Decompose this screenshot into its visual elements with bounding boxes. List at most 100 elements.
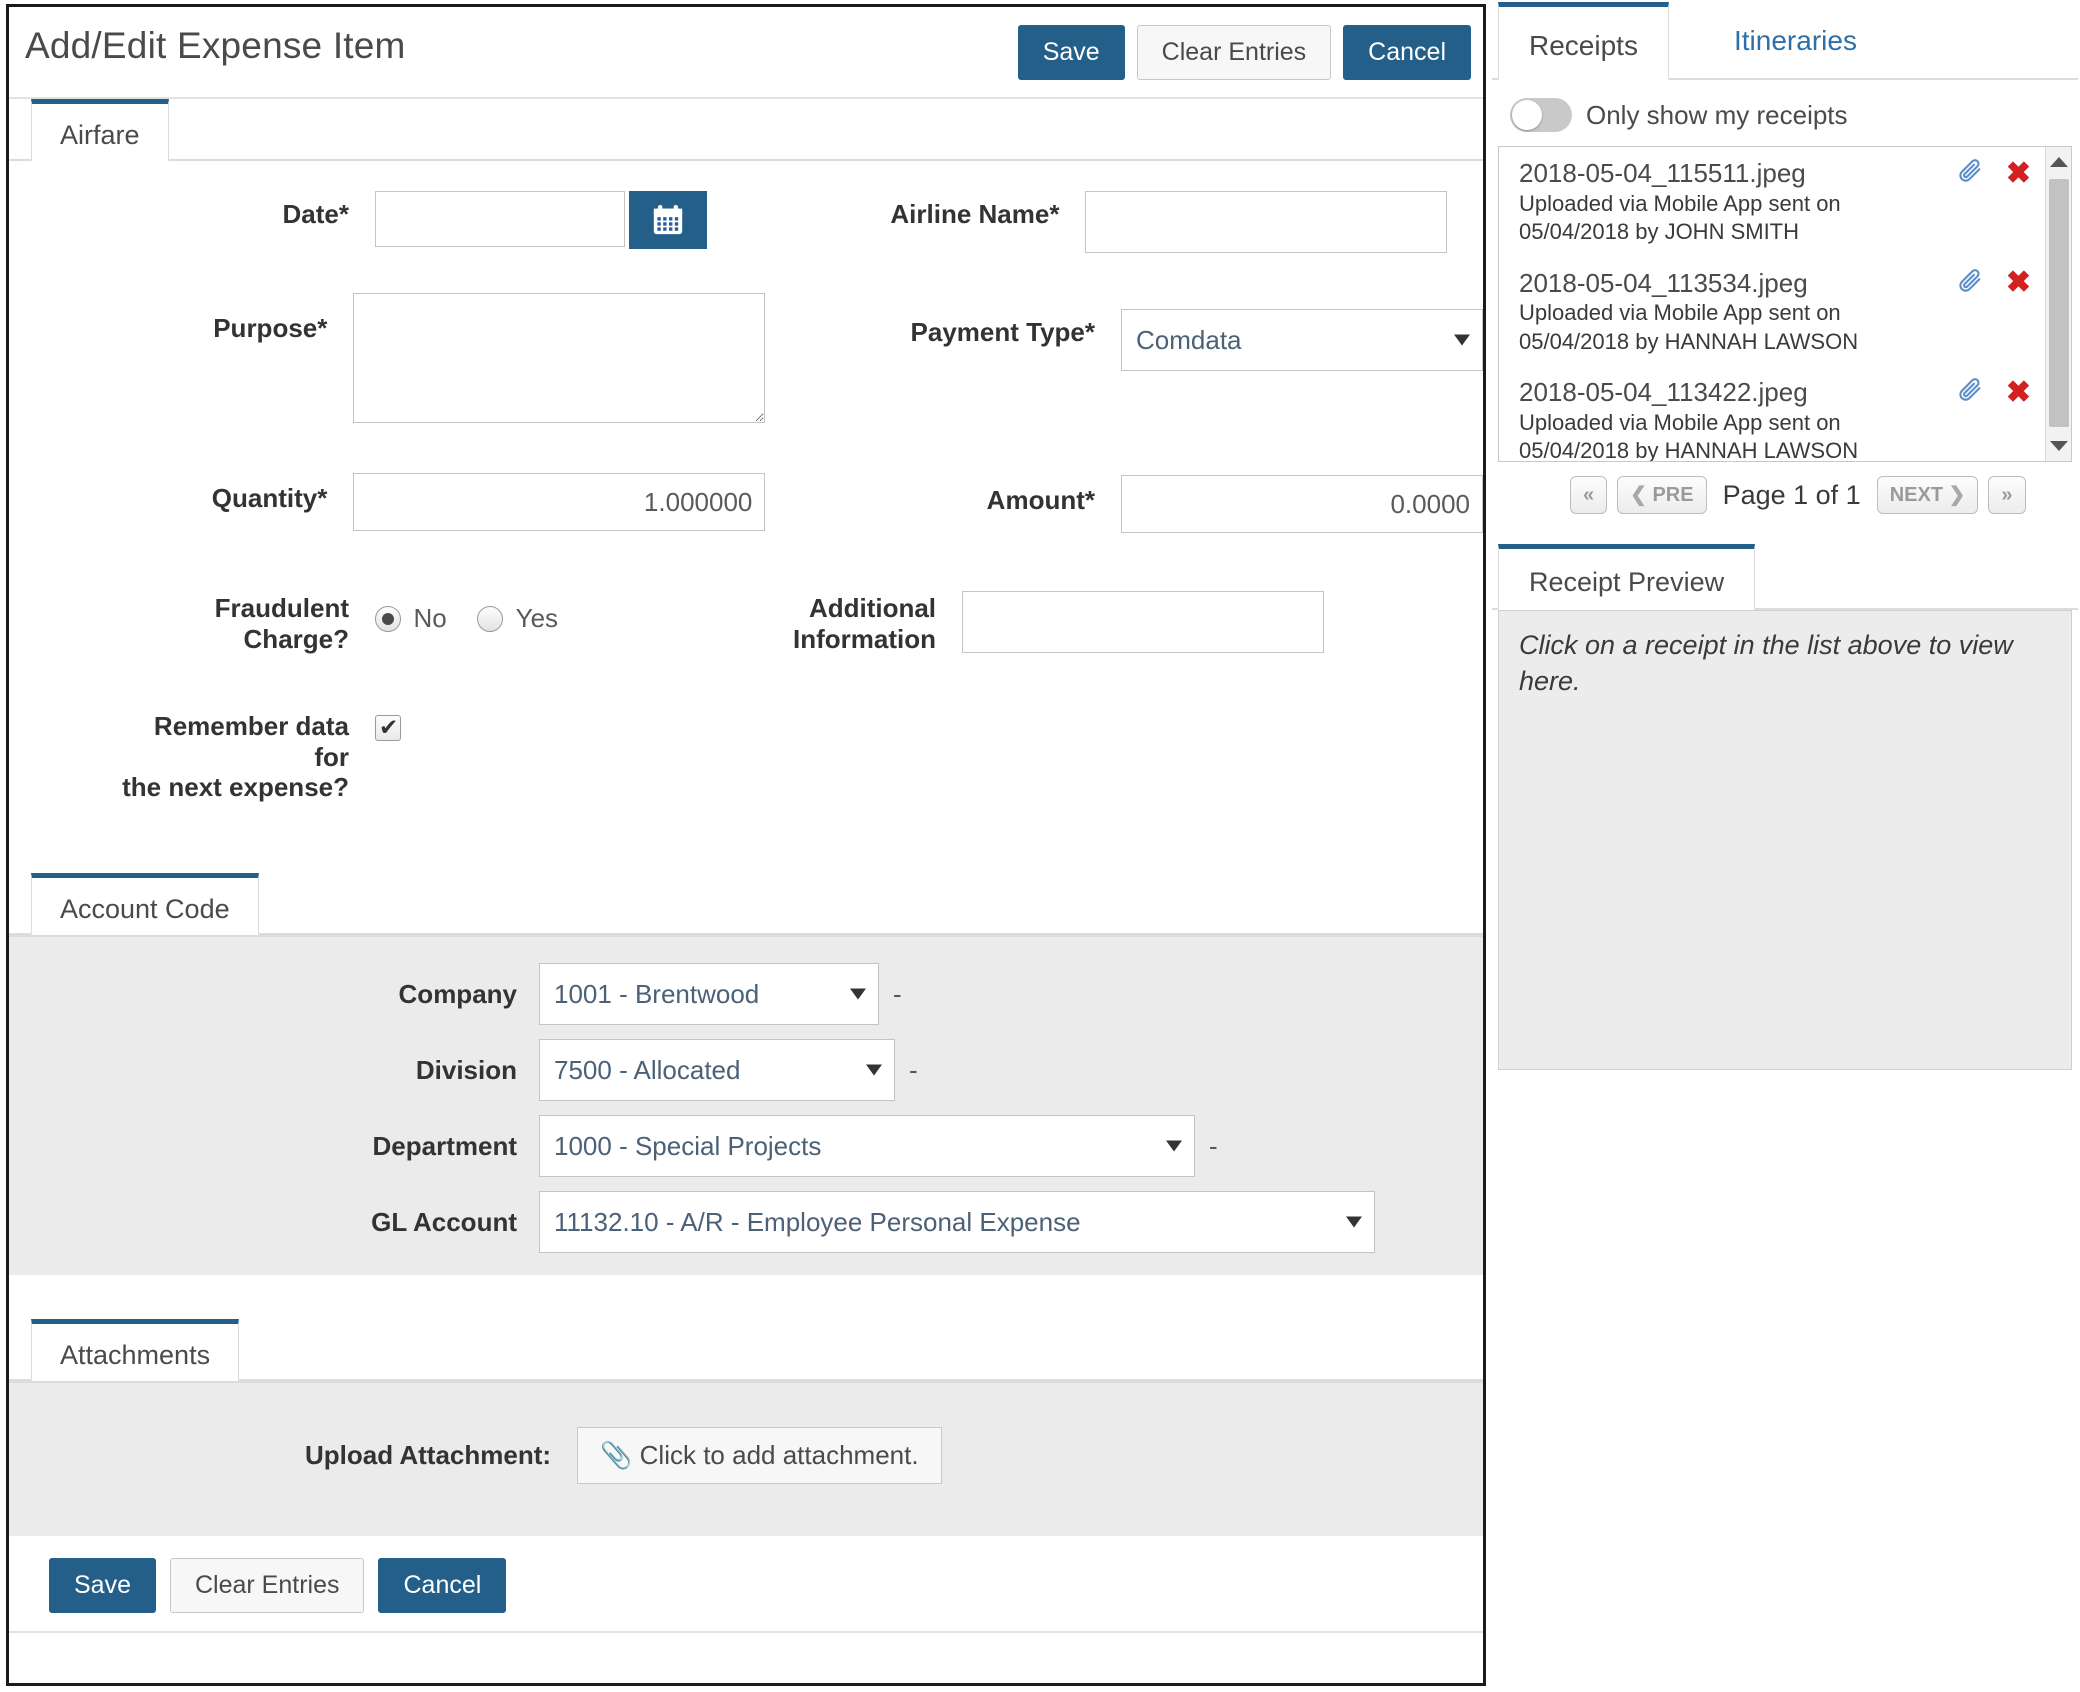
paperclip-icon: 📎 (600, 1440, 633, 1470)
first-page-button[interactable]: « (1570, 476, 1608, 514)
receipt-filename[interactable]: 2018-05-04_113534.jpeg (1519, 267, 1979, 300)
only-my-receipts-toggle[interactable] (1510, 98, 1572, 132)
date-input[interactable] (375, 191, 625, 247)
chevron-right-icon: ❯ (1948, 484, 1966, 506)
form-row-quantity-amount: Quantity* Amount* (9, 465, 1483, 583)
paperclip-icon[interactable] (1956, 376, 1984, 409)
chevron-left-icon: ❮ (1630, 484, 1647, 506)
footer-action-buttons: Save Clear Entries Cancel (9, 1536, 1483, 1633)
chevron-down-icon (1346, 1216, 1362, 1228)
toggle-knob (1512, 100, 1542, 130)
tab-itineraries[interactable]: Itineraries (1704, 2, 1887, 80)
previous-page-button[interactable]: ❮ PRE (1617, 476, 1707, 514)
quantity-input[interactable] (353, 473, 766, 531)
tab-attachments[interactable]: Attachments (31, 1319, 240, 1381)
receipt-filename[interactable]: 2018-05-04_115511.jpeg (1519, 157, 1979, 190)
scroll-down-icon[interactable] (2046, 433, 2071, 459)
additional-information-input[interactable] (962, 591, 1325, 653)
fraudulent-radio-no[interactable] (375, 605, 401, 632)
receipt-meta-line2: 05/04/2018 by JOHN SMITH (1519, 219, 1800, 245)
chevron-down-icon (1454, 334, 1470, 346)
account-code-tabstrip: Account Code (9, 873, 1483, 935)
additional-info-label-line2: Information (793, 623, 937, 654)
delete-receipt-icon[interactable]: ✖ (2006, 377, 2031, 408)
receipt-list-item[interactable]: 2018-05-04_113534.jpeg Uploaded via Mobi… (1499, 257, 2071, 367)
receipt-filename[interactable]: 2018-05-04_113422.jpeg (1519, 376, 1979, 409)
chevron-down-icon (1166, 1140, 1182, 1152)
division-label: Division (415, 1054, 517, 1085)
save-button-top[interactable]: Save (1017, 25, 1125, 80)
payment-type-select[interactable]: Comdata (1121, 309, 1483, 371)
purpose-textarea[interactable] (353, 293, 766, 423)
receipt-list-item[interactable]: 2018-05-04_115511.jpeg Uploaded via Mobi… (1499, 147, 2071, 257)
account-separator: - (1209, 1130, 1218, 1161)
receipt-list: 2018-05-04_115511.jpeg Uploaded via Mobi… (1498, 146, 2072, 462)
last-page-button[interactable]: » (1988, 476, 2026, 514)
receipt-preview-body: Click on a receipt in the list above to … (1498, 610, 2072, 1070)
scroll-up-icon[interactable] (2046, 149, 2071, 175)
receipts-tabstrip: Receipts Itineraries (1492, 2, 2078, 80)
purpose-label: Purpose* (213, 313, 328, 343)
tab-receipt-preview[interactable]: Receipt Preview (1498, 544, 1756, 610)
form-row-fraudulent-additional: Fraudulent Charge? No Yes Additional Inf… (9, 583, 1483, 707)
gl-account-label: GL Account (371, 1206, 517, 1237)
form-row-date-airline: Date* Airline Name* (9, 183, 1483, 287)
remember-data-checkbox[interactable] (375, 712, 401, 742)
page-title: Add/Edit Expense Item (25, 25, 406, 66)
add-attachment-button[interactable]: 📎 Click to add attachment. (577, 1427, 942, 1484)
additional-info-label-line1: Additional (808, 593, 937, 623)
paperclip-icon[interactable] (1956, 157, 1984, 190)
attachments-tabstrip: Attachments (9, 1319, 1483, 1381)
delete-receipt-icon[interactable]: ✖ (2006, 158, 2031, 189)
division-select[interactable]: 7500 - Allocated (539, 1039, 895, 1101)
department-label: Department (372, 1130, 517, 1161)
upload-attachment-row: Upload Attachment: 📎 Click to add attach… (9, 1427, 1483, 1484)
receipt-preview-section: Receipt Preview Click on a receipt in th… (1492, 544, 2078, 1070)
gl-account-value: 11132.10 - A/R - Employee Personal Expen… (554, 1207, 1081, 1237)
amount-input[interactable] (1121, 475, 1483, 533)
tab-airfare[interactable]: Airfare (31, 99, 169, 161)
clear-entries-button-top[interactable]: Clear Entries (1136, 25, 1332, 80)
company-select[interactable]: 1001 - Brentwood (539, 963, 879, 1025)
receipts-panel: Receipts Itineraries Only show my receip… (1492, 2, 2078, 1404)
form-header: Add/Edit Expense Item Save Clear Entries… (9, 7, 1483, 99)
fraudulent-radio-yes[interactable] (477, 605, 504, 632)
remember-label-line1: Remember data (153, 711, 349, 741)
cancel-button-bottom[interactable]: Cancel (378, 1558, 507, 1613)
receipt-list-scrollbar[interactable] (2045, 147, 2071, 461)
next-page-label: NEXT (1889, 484, 1944, 506)
page-indicator: Page 1 of 1 (1722, 479, 1861, 510)
attachments-body: Upload Attachment: 📎 Click to add attach… (9, 1381, 1483, 1536)
airline-name-input[interactable] (1085, 191, 1448, 253)
additional-information-label: Additional Information (793, 593, 936, 654)
form-body: Date* Airline Name* Purpose* Payment Typ… (9, 161, 1483, 863)
gl-account-select[interactable]: 11132.10 - A/R - Employee Personal Expen… (539, 1191, 1375, 1253)
delete-receipt-icon[interactable]: ✖ (2006, 268, 2031, 298)
date-label: Date* (282, 199, 349, 229)
receipt-actions: ✖ (1956, 267, 2031, 300)
department-select[interactable]: 1000 - Special Projects (539, 1115, 1195, 1177)
attachments-section: Attachments Upload Attachment: 📎 Click t… (9, 1319, 1483, 1536)
clear-entries-button-bottom[interactable]: Clear Entries (169, 1558, 365, 1613)
receipt-list-item[interactable]: 2018-05-04_113422.jpeg Uploaded via Mobi… (1499, 366, 2071, 461)
scrollbar-thumb[interactable] (2049, 179, 2069, 427)
tab-receipts[interactable]: Receipts (1498, 2, 1669, 80)
paperclip-icon[interactable] (1956, 267, 1984, 300)
payment-type-value: Comdata (1136, 325, 1242, 355)
calendar-icon[interactable] (629, 191, 708, 249)
next-page-button[interactable]: NEXT ❯ (1876, 476, 1979, 514)
airline-name-label: Airline Name* (890, 199, 1060, 229)
division-value: 7500 - Allocated (554, 1055, 741, 1085)
tab-account-code[interactable]: Account Code (31, 873, 259, 935)
account-code-section: Account Code Company 1001 - Brentwood - … (9, 873, 1483, 1275)
remember-label-line3: the next expense? (122, 772, 349, 803)
save-button-bottom[interactable]: Save (49, 1558, 156, 1613)
account-code-row-department: Department 1000 - Special Projects - (9, 1115, 1483, 1177)
fraudulent-label-line2: Charge? (243, 623, 349, 654)
previous-page-label: PRE (1652, 484, 1694, 506)
payment-type-label: Payment Type* (910, 317, 1095, 347)
receipt-actions: ✖ (1956, 376, 2031, 409)
cancel-button-top[interactable]: Cancel (1343, 25, 1471, 80)
remember-data-label: Remember data for the next expense? (122, 711, 349, 803)
receipt-meta-line1: Uploaded via Mobile App sent on (1519, 300, 1841, 326)
